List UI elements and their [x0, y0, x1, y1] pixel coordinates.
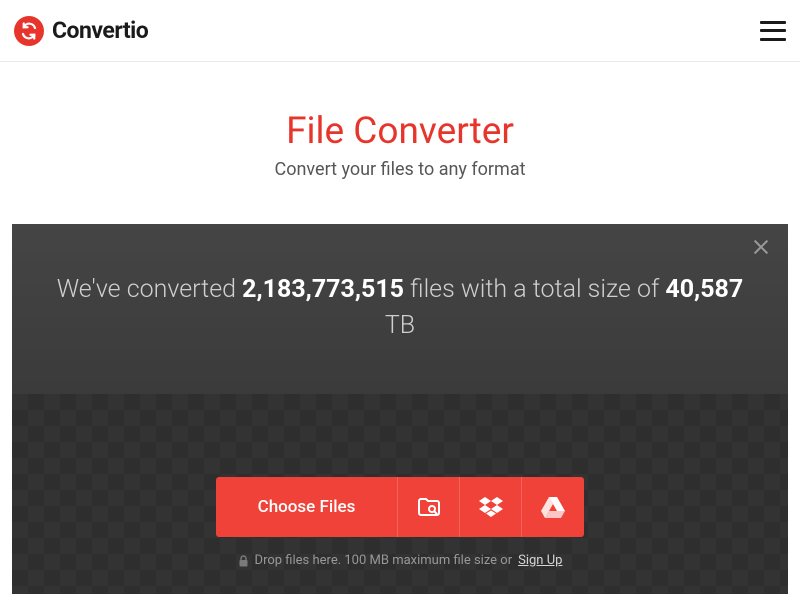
- drop-zone[interactable]: Choose Files: [12, 394, 788, 594]
- dropbox-button[interactable]: [460, 477, 522, 537]
- stats-banner: We've converted 2,183,773,515 files with…: [12, 224, 788, 403]
- google-drive-icon: [541, 496, 565, 518]
- hero-section: File Converter Convert your files to any…: [0, 62, 800, 210]
- google-drive-button[interactable]: [522, 477, 584, 537]
- folder-search-icon: [417, 496, 441, 518]
- stats-file-count: 2,183,773,515: [242, 275, 404, 304]
- upload-panel: We've converted 2,183,773,515 files with…: [12, 224, 788, 594]
- drop-hint-text: Drop files here. 100 MB maximum file siz…: [255, 553, 513, 568]
- dropbox-icon: [479, 496, 503, 518]
- drop-hint: Drop files here. 100 MB maximum file siz…: [238, 553, 563, 568]
- page-subtitle: Convert your files to any format: [20, 159, 780, 180]
- file-browse-button[interactable]: [398, 477, 460, 537]
- brand-logo[interactable]: Convertio: [14, 16, 148, 46]
- lock-icon: [238, 555, 249, 567]
- site-header: Convertio: [0, 0, 800, 62]
- stats-mid: files with a total size of: [404, 275, 665, 304]
- upload-bar: Choose Files: [216, 477, 585, 537]
- choose-files-button[interactable]: Choose Files: [216, 477, 399, 537]
- signup-link[interactable]: Sign Up: [518, 553, 562, 568]
- stats-size-value: 40,587: [665, 275, 743, 304]
- stats-text: We've converted 2,183,773,515 files with…: [52, 272, 748, 345]
- page-title: File Converter: [20, 110, 780, 153]
- stats-size-unit: TB: [385, 311, 415, 340]
- stats-prefix: We've converted: [57, 275, 242, 304]
- convertio-logo-icon: [14, 16, 44, 46]
- menu-icon[interactable]: [760, 21, 786, 41]
- brand-name: Convertio: [52, 17, 148, 44]
- close-icon[interactable]: [752, 238, 770, 256]
